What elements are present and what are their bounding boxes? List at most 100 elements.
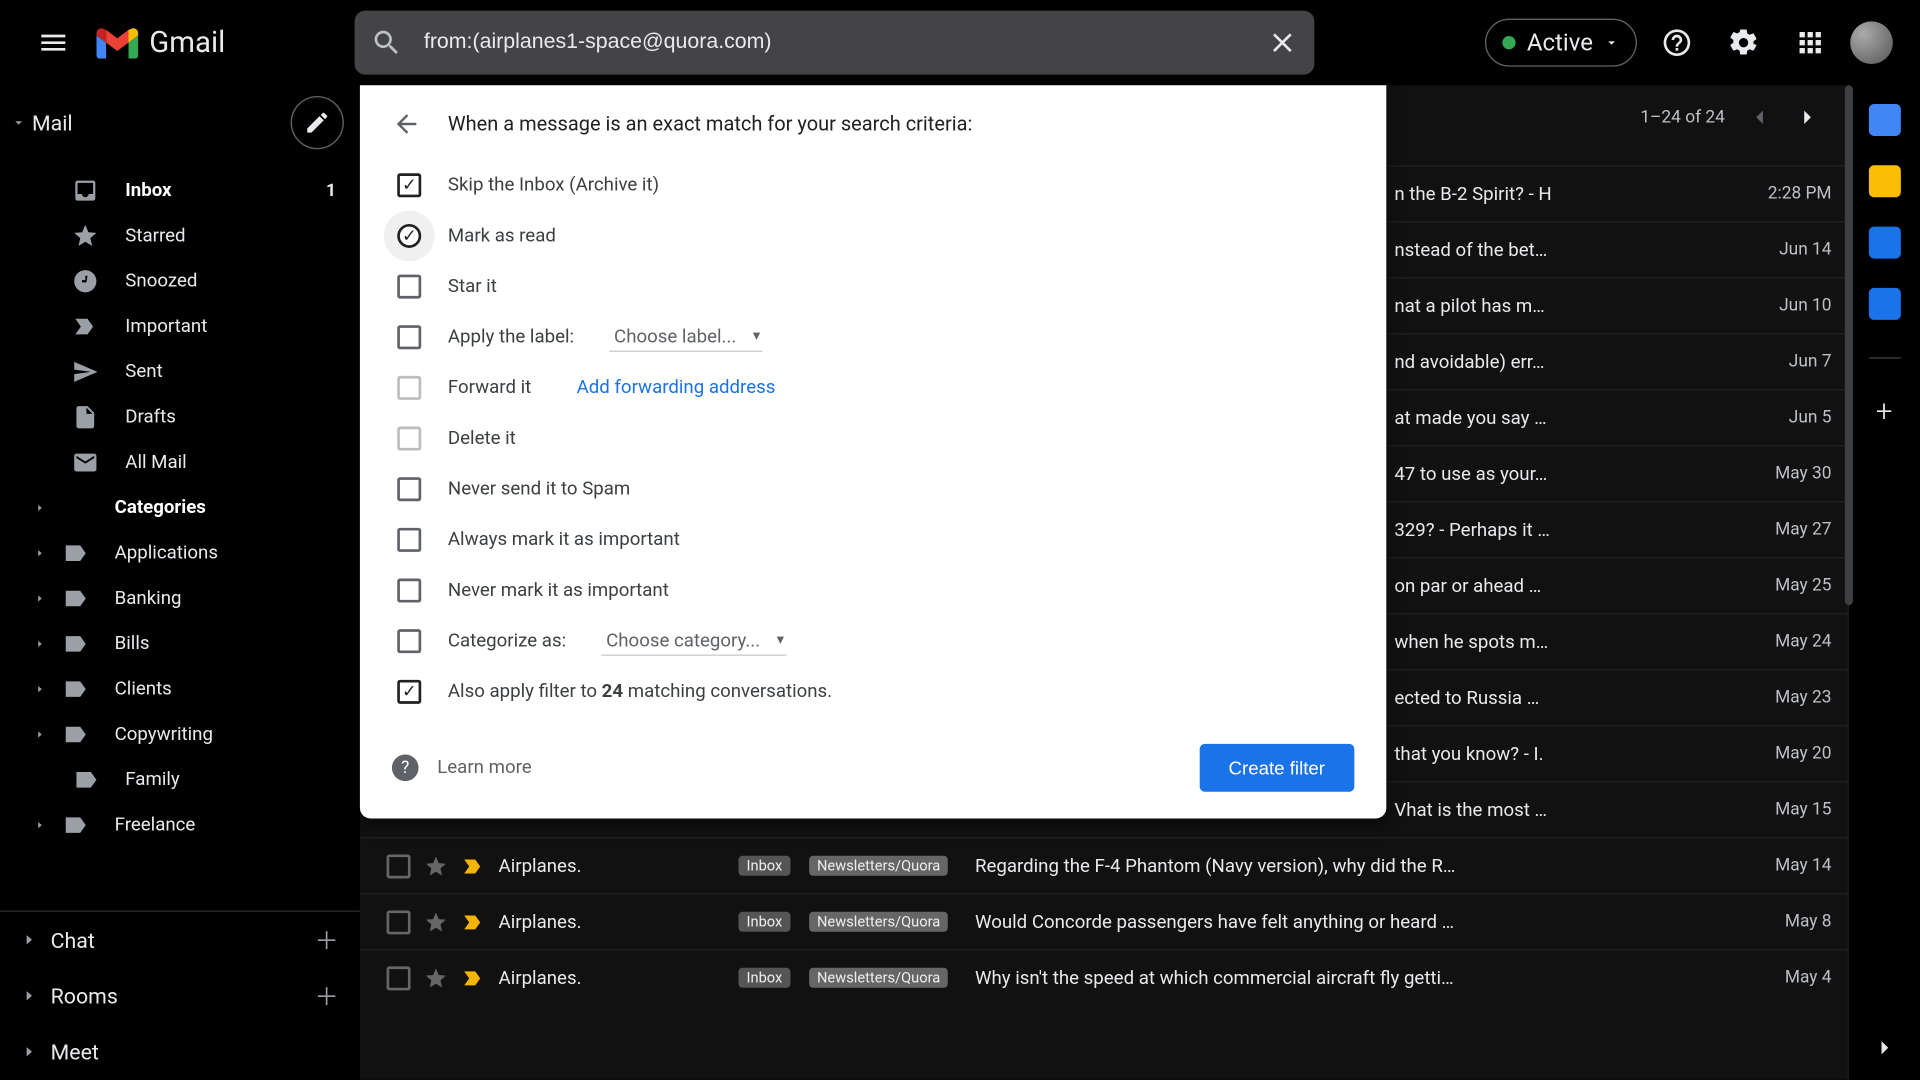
- opt-also-apply[interactable]: Also apply filter to 24 matching convers…: [392, 667, 1354, 718]
- message-date: Jun 7: [1767, 352, 1831, 372]
- sidebar-item-drafts[interactable]: Drafts: [0, 395, 360, 440]
- sidebar-item-applications[interactable]: Applications: [0, 531, 360, 576]
- message-subject: on par or ahead …: [1394, 575, 1753, 596]
- opt-never-spam[interactable]: Never send it to Spam: [392, 464, 1354, 515]
- create-filter-panel: When a message is an exact match for you…: [360, 85, 1386, 818]
- help-icon[interactable]: [1650, 16, 1703, 69]
- rooms-add-button[interactable]: ＋: [315, 978, 339, 1013]
- message-subject: when he spots m…: [1394, 631, 1753, 652]
- sidebar-item-banking[interactable]: Banking: [0, 576, 360, 621]
- opt-apply-label[interactable]: Apply the label: Choose label...: [392, 312, 1354, 363]
- message-row[interactable]: Airplanes.InboxNewsletters/QuoraRegardin…: [360, 837, 1848, 893]
- label-chip[interactable]: Newsletters/Quora: [809, 968, 948, 988]
- opt-categorize[interactable]: Categorize as:Choose category...: [392, 616, 1354, 667]
- checkbox-icon[interactable]: [397, 528, 421, 552]
- sidebar-item-family[interactable]: Family: [0, 757, 360, 802]
- checkbox-icon[interactable]: [397, 427, 421, 451]
- help-icon[interactable]: ?: [392, 754, 419, 781]
- checkbox-icon[interactable]: [397, 579, 421, 603]
- status-pill[interactable]: Active: [1486, 19, 1637, 67]
- caret-right-icon: [21, 988, 37, 1004]
- label-icon: [61, 585, 88, 612]
- opt-label: Forward it: [448, 377, 531, 398]
- back-button[interactable]: [392, 109, 421, 138]
- important-icon[interactable]: [461, 910, 485, 934]
- mail-section-header[interactable]: Mail: [0, 85, 360, 160]
- checkbox-icon[interactable]: [397, 325, 421, 349]
- apps-icon[interactable]: [1784, 16, 1837, 69]
- checkbox-icon[interactable]: [397, 477, 421, 501]
- label-chip[interactable]: Inbox: [738, 968, 790, 988]
- opt-skip-inbox[interactable]: Skip the Inbox (Archive it): [392, 160, 1354, 211]
- opt-mark-read[interactable]: Mark as read: [392, 211, 1354, 262]
- avatar[interactable]: [1850, 21, 1893, 64]
- add-addon-button[interactable]: +: [1876, 396, 1893, 429]
- opt-delete[interactable]: Delete it: [392, 413, 1354, 464]
- message-subject: at made you say …: [1394, 407, 1767, 428]
- sidebar-item-important[interactable]: Important: [0, 304, 360, 349]
- sidebar-item-inbox[interactable]: Inbox1: [0, 168, 360, 213]
- scrollbar[interactable]: [1845, 85, 1853, 605]
- add-forwarding-link[interactable]: Add forwarding address: [577, 377, 776, 398]
- collapse-rail-icon[interactable]: [1871, 1034, 1898, 1061]
- sidebar-item-clients[interactable]: Clients: [0, 667, 360, 712]
- pager-prev-button[interactable]: [1746, 104, 1773, 131]
- message-row[interactable]: Airplanes.InboxNewsletters/QuoraWhy isn'…: [360, 949, 1848, 1005]
- panel-heading: When a message is an exact match for you…: [448, 112, 972, 136]
- sidebar-item-copywriting[interactable]: Copywriting: [0, 712, 360, 757]
- star-icon[interactable]: [424, 910, 448, 934]
- opt-star[interactable]: Star it: [392, 261, 1354, 312]
- sidebar-item-bills[interactable]: Bills: [0, 621, 360, 666]
- clear-search-icon[interactable]: [1266, 27, 1298, 59]
- important-icon[interactable]: [461, 854, 485, 878]
- checkbox-icon[interactable]: [397, 173, 421, 197]
- checkbox-icon[interactable]: [397, 224, 421, 248]
- sidebar-item-freelance[interactable]: Freelance: [0, 802, 360, 847]
- contacts-icon[interactable]: [1868, 288, 1900, 320]
- pager-next-button[interactable]: [1794, 104, 1821, 131]
- star-icon[interactable]: [424, 966, 448, 990]
- meet-section[interactable]: Meet: [0, 1024, 360, 1080]
- opt-forward[interactable]: Forward it Add forwarding address: [392, 363, 1354, 414]
- label-chip[interactable]: Newsletters/Quora: [809, 856, 948, 876]
- checkbox-icon[interactable]: [397, 275, 421, 299]
- opt-label: Apply the label:: [448, 327, 574, 348]
- calendar-icon[interactable]: [1868, 104, 1900, 136]
- checkbox-icon[interactable]: [387, 966, 411, 990]
- rooms-section[interactable]: Rooms ＋: [0, 968, 360, 1024]
- chat-section[interactable]: Chat ＋: [0, 912, 360, 968]
- sidebar-item-snoozed[interactable]: Snoozed: [0, 259, 360, 304]
- sidebar-item-all-mail[interactable]: All Mail: [0, 440, 360, 485]
- settings-icon[interactable]: [1717, 16, 1770, 69]
- sidebar-item-categories[interactable]: Categories: [0, 485, 360, 530]
- main-menu-button[interactable]: [21, 11, 85, 75]
- category-select[interactable]: Choose category...: [601, 627, 787, 655]
- label-chip[interactable]: Inbox: [738, 912, 790, 932]
- sidebar-item-starred[interactable]: Starred: [0, 213, 360, 258]
- checkbox-icon[interactable]: [387, 854, 411, 878]
- star-icon[interactable]: [424, 854, 448, 878]
- message-date: Jun 5: [1767, 408, 1831, 428]
- label-chip[interactable]: Newsletters/Quora: [809, 912, 948, 932]
- compose-button[interactable]: [291, 96, 344, 149]
- opt-always-important[interactable]: Always mark it as important: [392, 515, 1354, 566]
- opt-label: Never mark it as important: [448, 580, 669, 601]
- gmail-logo[interactable]: Gmail: [96, 26, 323, 59]
- important-icon[interactable]: [461, 966, 485, 990]
- sidebar-item-sent[interactable]: Sent: [0, 349, 360, 394]
- search-bar[interactable]: [355, 11, 1315, 75]
- create-filter-button[interactable]: Create filter: [1199, 744, 1354, 792]
- tasks-icon[interactable]: [1868, 227, 1900, 259]
- checkbox-icon[interactable]: [397, 680, 421, 704]
- checkbox-icon[interactable]: [397, 629, 421, 653]
- label-chip[interactable]: Inbox: [738, 856, 790, 876]
- chat-add-button[interactable]: ＋: [315, 922, 339, 957]
- message-row[interactable]: Airplanes.InboxNewsletters/QuoraWould Co…: [360, 893, 1848, 949]
- message-subject: that you know? - I.: [1394, 743, 1753, 764]
- label-select[interactable]: Choose label...: [609, 323, 763, 351]
- search-input[interactable]: [424, 31, 1266, 55]
- opt-never-important[interactable]: Never mark it as important: [392, 565, 1354, 616]
- keep-icon[interactable]: [1868, 165, 1900, 197]
- checkbox-icon[interactable]: [387, 910, 411, 934]
- learn-more-link[interactable]: Learn more: [437, 757, 531, 778]
